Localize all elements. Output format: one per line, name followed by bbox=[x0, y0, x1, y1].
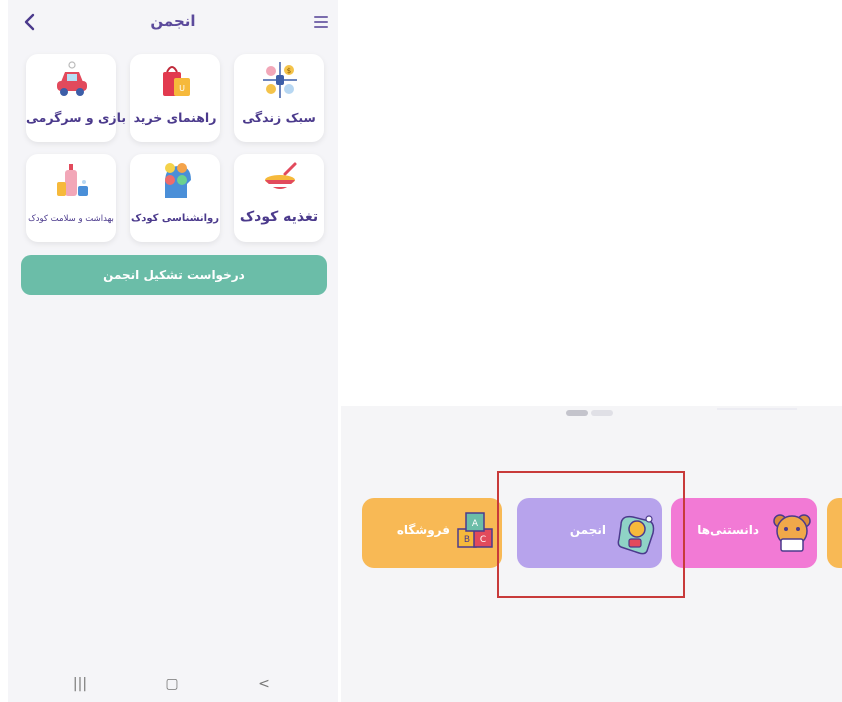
category-label: بازی و سرگرمی bbox=[26, 110, 127, 125]
svg-text:A: A bbox=[472, 519, 479, 529]
svg-text:U: U bbox=[179, 84, 185, 93]
divider bbox=[717, 408, 797, 410]
category-child-health[interactable]: بهداشت و سلامت کودک bbox=[26, 154, 116, 242]
pager-dots bbox=[566, 410, 616, 429]
svg-text:$: $ bbox=[287, 67, 291, 75]
bear-book-icon bbox=[773, 514, 811, 552]
app-bar: انجمن bbox=[8, 0, 338, 44]
category-label: روانشناسی کودک bbox=[130, 213, 220, 224]
next-card-partial[interactable] bbox=[827, 498, 842, 568]
highlight-box bbox=[497, 471, 685, 598]
lifestyle-icon: $ bbox=[263, 62, 297, 98]
system-navbar: ||| ▢ < bbox=[8, 668, 338, 702]
psychology-head-icon bbox=[165, 163, 191, 198]
category-label: بهداشت و سلامت کودک bbox=[28, 214, 114, 224]
forum-screen: انجمن $ سبک زندگی U راهنمای خرید بازی و … bbox=[8, 0, 338, 702]
category-shopping-guide[interactable]: U راهنمای خرید bbox=[130, 54, 220, 142]
category-child-nutrition[interactable]: تغذیه کودک bbox=[234, 154, 324, 242]
pager-dot bbox=[591, 410, 613, 416]
knowledge-label: دانستنی‌ها bbox=[697, 523, 759, 537]
page-title: انجمن bbox=[150, 12, 196, 30]
screenshot-composite: انجمن $ سبک زندگی U راهنمای خرید بازی و … bbox=[0, 0, 842, 702]
back-button[interactable]: < bbox=[254, 676, 274, 694]
food-bowl-icon bbox=[265, 162, 297, 189]
store-card[interactable]: B C A فروشگاه bbox=[362, 498, 502, 568]
toy-car-icon bbox=[57, 61, 87, 96]
category-label: تغذیه کودک bbox=[239, 209, 319, 225]
pager-dot-active bbox=[566, 410, 588, 416]
knowledge-card[interactable]: دانستنی‌ها bbox=[671, 498, 817, 568]
hygiene-bottles-icon bbox=[57, 164, 88, 196]
category-label: سبک زندگی bbox=[242, 110, 316, 125]
home-button[interactable]: ▢ bbox=[162, 676, 182, 694]
category-label: راهنمای خرید bbox=[133, 110, 217, 125]
svg-text:C: C bbox=[480, 535, 486, 545]
category-child-psychology[interactable]: روانشناسی کودک bbox=[130, 154, 220, 242]
category-lifestyle[interactable]: $ سبک زندگی bbox=[234, 54, 324, 142]
toy-blocks-icon: B C A bbox=[457, 512, 493, 548]
shopping-bag-icon: U bbox=[163, 66, 190, 96]
recent-apps-button[interactable]: ||| bbox=[70, 676, 90, 694]
category-games[interactable]: بازی و سرگرمی bbox=[26, 54, 127, 142]
hamburger-menu-icon[interactable] bbox=[314, 16, 328, 28]
request-forum-button[interactable]: درخواست تشکیل انجمن bbox=[21, 255, 327, 295]
svg-text:B: B bbox=[464, 535, 470, 545]
store-label: فروشگاه bbox=[396, 523, 450, 537]
